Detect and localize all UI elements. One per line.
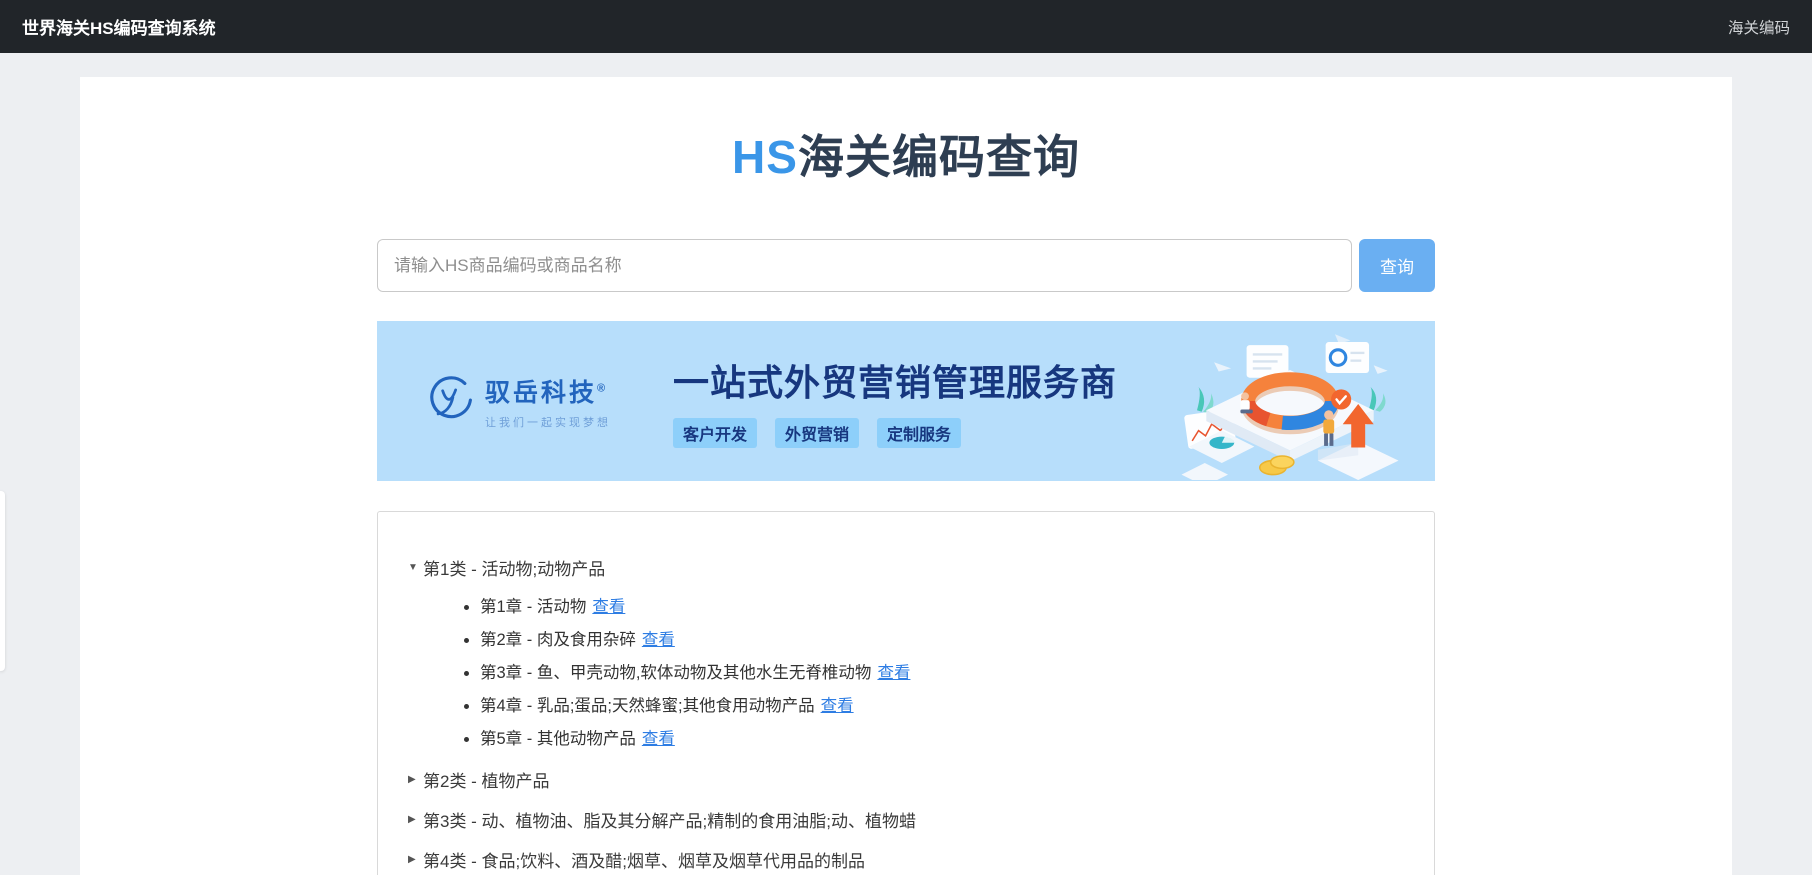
caret-right-icon[interactable]: ▶: [408, 814, 423, 825]
page-title-highlight: HS: [732, 131, 798, 183]
category-row[interactable]: ▶第2类 - 植物产品: [408, 767, 1404, 792]
caret-down-icon[interactable]: ▼: [408, 562, 423, 573]
search-button[interactable]: 查询: [1359, 239, 1435, 292]
category-label: 第3类 - 动、植物油、脂及其分解产品;精制的食用油脂;动、植物蜡: [423, 807, 916, 832]
chapter-list: 第1章 - 活动物查看第2章 - 肉及食用杂碎查看第3章 - 鱼、甲壳动物,软体…: [408, 595, 1404, 751]
category-label: 第4类 - 食品;饮料、酒及醋;烟草、烟草及烟草代用品的制品: [423, 847, 865, 872]
category-row[interactable]: ▶第4类 - 食品;饮料、酒及醋;烟草、烟草及烟草代用品的制品: [408, 847, 1404, 872]
navbar-brand[interactable]: 世界海关HS编码查询系统: [22, 14, 216, 39]
side-drawer-handle[interactable]: [0, 491, 5, 671]
banner-tag[interactable]: 客户开发: [673, 418, 757, 448]
category-label: 第1类 - 活动物;动物产品: [423, 555, 605, 580]
banner-tag[interactable]: 定制服务: [877, 418, 961, 448]
main-card: HS海关编码查询 查询 驭岳科技® 让我们一起实现梦想: [80, 77, 1732, 875]
view-link[interactable]: 查看: [642, 730, 675, 748]
logo-texts: 驭岳科技® 让我们一起实现梦想: [485, 373, 611, 430]
view-link[interactable]: 查看: [642, 631, 675, 649]
chapter-item: 第1章 - 活动物查看: [480, 595, 1404, 619]
banner-headline: 一站式外贸营销管理服务商: [673, 354, 1117, 406]
logo-tagline: 让我们一起实现梦想: [485, 414, 611, 430]
chapter-label: 第4章 - 乳品;蛋品;天然蜂蜜;其他食用动物产品: [480, 697, 815, 715]
caret-right-icon[interactable]: ▶: [408, 774, 423, 785]
registered-mark: ®: [597, 382, 608, 394]
search-input[interactable]: [377, 239, 1352, 292]
page-title-rest: 海关编码查询: [798, 131, 1080, 183]
banner-tag[interactable]: 外贸营销: [775, 418, 859, 448]
view-link[interactable]: 查看: [592, 598, 625, 616]
chapter-label: 第2章 - 肉及食用杂碎: [480, 631, 636, 649]
banner-text-block: 一站式外贸营销管理服务商 客户开发外贸营销定制服务: [673, 354, 1117, 448]
advertiser-logo: 驭岳科技® 让我们一起实现梦想: [427, 373, 611, 430]
banner-tags: 客户开发外贸营销定制服务: [673, 418, 1117, 448]
category-row[interactable]: ▼第1类 - 活动物;动物产品: [408, 555, 1404, 580]
navbar-link-customs-code[interactable]: 海关编码: [1728, 16, 1790, 38]
category-label: 第2类 - 植物产品: [423, 767, 550, 792]
content-column: HS海关编码查询 查询 驭岳科技® 让我们一起实现梦想: [377, 121, 1435, 875]
chapter-item: 第4章 - 乳品;蛋品;天然蜂蜜;其他食用动物产品查看: [480, 694, 1404, 718]
chapter-label: 第3章 - 鱼、甲壳动物,软体动物及其他水生无脊椎动物: [480, 664, 871, 682]
banner-illustration: [1171, 325, 1409, 480]
search-bar: 查询: [377, 239, 1435, 292]
caret-right-icon[interactable]: ▶: [408, 854, 423, 865]
category-row[interactable]: ▶第3类 - 动、植物油、脂及其分解产品;精制的食用油脂;动、植物蜡: [408, 807, 1404, 832]
ad-banner[interactable]: 驭岳科技® 让我们一起实现梦想 一站式外贸营销管理服务商 客户开发外贸营销定制服…: [377, 321, 1435, 481]
chapter-label: 第1章 - 活动物: [480, 598, 586, 616]
chapter-item: 第3章 - 鱼、甲壳动物,软体动物及其他水生无脊椎动物查看: [480, 661, 1404, 685]
logo-name: 驭岳科技: [485, 379, 597, 407]
view-link[interactable]: 查看: [877, 664, 910, 682]
page-title: HS海关编码查询: [377, 121, 1435, 187]
hs-category-tree: ▼第1类 - 活动物;动物产品第1章 - 活动物查看第2章 - 肉及食用杂碎查看…: [377, 511, 1435, 875]
view-link[interactable]: 查看: [821, 697, 854, 715]
chapter-label: 第5章 - 其他动物产品: [480, 730, 636, 748]
top-navbar: 世界海关HS编码查询系统 海关编码: [0, 0, 1812, 53]
logo-swoosh-icon: [427, 375, 475, 427]
chapter-item: 第2章 - 肉及食用杂碎查看: [480, 628, 1404, 652]
chapter-item: 第5章 - 其他动物产品查看: [480, 727, 1404, 751]
